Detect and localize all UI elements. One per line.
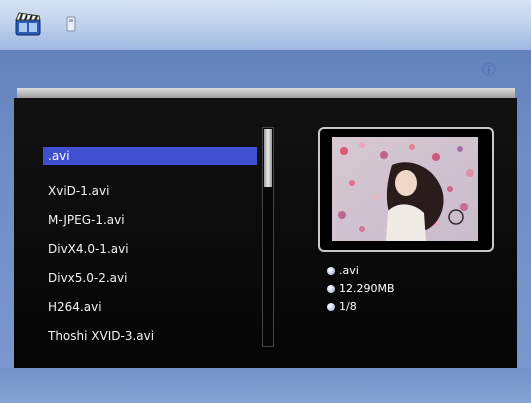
title-strip — [17, 88, 515, 98]
bullet-icon — [327, 267, 335, 275]
file-item[interactable]: XviD-1.avi — [43, 177, 257, 206]
file-item[interactable]: Thoshi XVID-3.avi — [43, 322, 257, 351]
bullet-icon — [327, 285, 335, 293]
scrollbar-thumb[interactable] — [264, 129, 272, 187]
file-size: 12.290MB — [339, 282, 395, 295]
file-name: .avi — [339, 264, 359, 277]
file-item[interactable]: .avi — [43, 147, 257, 165]
file-index-row: 1/8 — [327, 300, 357, 314]
file-index: 1/8 — [339, 300, 357, 313]
video-thumbnail — [332, 137, 478, 241]
file-list: .avi XviD-1.avi M-JPEG-1.avi DivX4.0-1.a… — [43, 147, 257, 351]
file-list-scrollbar[interactable] — [262, 127, 274, 347]
file-item[interactable]: Divx5.0-2.avi — [43, 264, 257, 293]
bullet-icon — [327, 303, 335, 311]
top-bar — [0, 0, 531, 50]
video-preview — [318, 127, 494, 252]
info-icon — [482, 62, 496, 76]
film-clapper-icon[interactable] — [14, 11, 42, 37]
file-size-row: 12.290MB — [327, 282, 395, 296]
file-name-row: .avi — [327, 264, 359, 278]
browser-panel: .avi XviD-1.avi M-JPEG-1.avi DivX4.0-1.a… — [14, 98, 517, 368]
file-item[interactable]: H264.avi — [43, 293, 257, 322]
memory-card-icon[interactable] — [66, 16, 76, 32]
file-item[interactable]: DivX4.0-1.avi — [43, 235, 257, 264]
file-item[interactable]: M-JPEG-1.avi — [43, 206, 257, 235]
bottom-bar — [0, 368, 531, 403]
